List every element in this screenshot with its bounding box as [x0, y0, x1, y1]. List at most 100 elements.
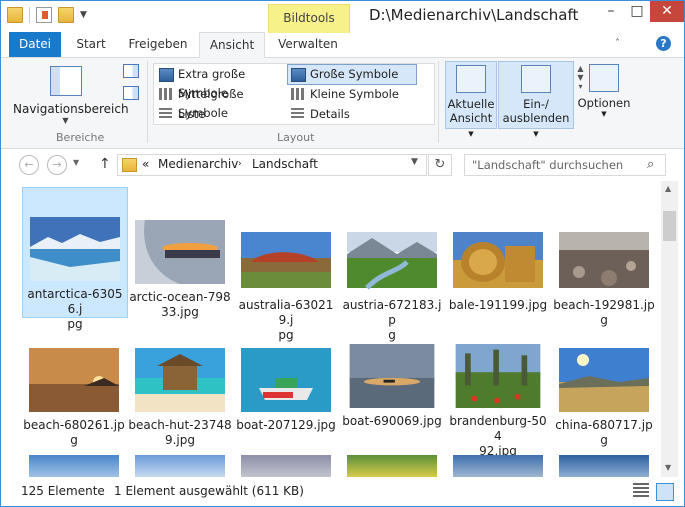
ribbon: Navigationsbereich ▼ Bereiche Extra groß…	[1, 58, 684, 149]
file-name: boat-207129.jpg	[236, 418, 336, 432]
current-view-icon	[456, 65, 486, 93]
file-item[interactable]: beach-680261.jpg	[22, 344, 126, 448]
file-item[interactable]: brandenburg-504 92.jpg	[446, 344, 550, 459]
vertical-scrollbar[interactable]: ▲ ▼	[661, 181, 678, 477]
scroll-up-icon[interactable]: ▲	[665, 184, 671, 193]
thumbnail-beach-hut	[135, 348, 225, 412]
maximize-button[interactable]: □	[624, 1, 650, 22]
address-dropdown-icon[interactable]: ▼	[411, 157, 418, 167]
layout-list[interactable]: Liste	[156, 105, 286, 124]
file-item[interactable]: australia-630219.j pg	[234, 188, 338, 343]
medium-icons-icon	[159, 88, 172, 100]
thumbnail-partial[interactable]	[135, 455, 225, 477]
help-icon[interactable]: ?	[656, 36, 671, 51]
recent-locations-icon[interactable]: ▼	[73, 158, 79, 167]
breadcrumb-medienarchiv[interactable]: Medienarchiv	[158, 157, 238, 171]
navigation-pane-icon	[49, 66, 82, 96]
preview-pane-icon[interactable]	[123, 64, 139, 78]
details-pane-icon[interactable]	[123, 86, 139, 100]
properties-icon[interactable]	[36, 7, 52, 23]
thumbnail-boat-207129	[241, 348, 331, 412]
breadcrumb-landschaft[interactable]: Landschaft	[252, 157, 318, 171]
refresh-button[interactable]: ↻	[428, 154, 452, 176]
tab-view[interactable]: Ansicht	[199, 32, 265, 59]
minimize-ribbon-icon[interactable]: ˄	[615, 38, 620, 49]
options-button[interactable]: Optionen ▼	[576, 61, 632, 127]
file-item[interactable]: china-680717.jpg	[552, 344, 656, 448]
quick-access-toolbar: ▼	[7, 7, 90, 23]
navigation-pane-button[interactable]: Navigationsbereich ▼	[13, 62, 129, 130]
minimize-button[interactable]: –	[598, 1, 624, 22]
tab-file[interactable]: Datei	[9, 32, 61, 57]
customize-toolbar-icon[interactable]: ▼	[80, 10, 90, 20]
search-icon[interactable]: ⌕	[647, 157, 654, 172]
tab-share[interactable]: Freigeben	[125, 32, 191, 57]
current-view-label-2: Ansicht	[449, 111, 493, 125]
scroll-thumb[interactable]	[663, 211, 676, 241]
current-view-button[interactable]: Aktuelle Ansicht ▼	[445, 61, 497, 138]
file-item[interactable]: beach-hut-23748 9.jpg	[128, 344, 232, 448]
file-name: beach-192981.jpg	[553, 298, 655, 327]
file-item[interactable]: beach-192981.jpg	[552, 188, 656, 328]
layout-option-label: Details	[310, 107, 350, 121]
extra-large-icons-icon	[159, 68, 174, 82]
thumbnail-arctic-ocean	[135, 220, 225, 284]
back-button[interactable]: ←	[19, 155, 39, 175]
title-bar: ▼ Bildtools D:\Medienarchiv\Landschaft –…	[1, 1, 684, 33]
options-icon	[589, 64, 619, 92]
thumbnail-china	[559, 348, 649, 412]
dropdown-arrow-icon: ▼	[468, 130, 474, 138]
layout-large-icons[interactable]: Große Symbole	[287, 64, 417, 85]
scroll-down-icon[interactable]: ▼	[665, 463, 671, 472]
file-item[interactable]: bale-191199.jpg	[446, 188, 550, 313]
thumbnail-bale	[453, 232, 543, 288]
large-icons-view-icon[interactable]	[656, 483, 674, 501]
navigation-pane-label: Navigationsbereich	[13, 102, 129, 116]
forward-button[interactable]: →	[47, 155, 67, 175]
thumbnail-partial[interactable]	[453, 455, 543, 477]
file-item[interactable]: boat-690069.jpg	[340, 344, 444, 429]
breadcrumb-separator-icon[interactable]: ›	[238, 159, 242, 169]
file-view: antarctica-63056.j pg arctic-ocean-798 33.…	[1, 181, 661, 477]
layout-small-icons[interactable]: Kleine Symbole	[288, 85, 416, 104]
file-name: boat-690069.jpg	[342, 414, 442, 428]
thumbnail-partial[interactable]	[559, 455, 649, 477]
breadcrumb-overflow[interactable]: «	[142, 157, 149, 171]
thumbnail-partial[interactable]	[29, 455, 119, 477]
file-name: brandenburg-504 92.jpg	[449, 414, 547, 458]
status-bar: 125 Elemente 1 Element ausgewählt (611 K…	[1, 479, 684, 506]
details-view-icon[interactable]	[633, 483, 649, 499]
group-label-layout: Layout	[277, 131, 315, 144]
search-input[interactable]: "Landschaft" durchsuchen ⌕	[464, 154, 666, 176]
small-icons-icon	[291, 88, 304, 100]
folder-icon[interactable]	[7, 7, 23, 23]
tab-manage[interactable]: Verwalten	[271, 32, 345, 57]
details-icon	[291, 108, 304, 120]
thumbnail-australia	[241, 232, 331, 288]
file-item[interactable]: arctic-ocean-798 33.jpg	[128, 188, 232, 320]
thumbnail-partial[interactable]	[347, 455, 437, 477]
layout-option-label: Liste	[178, 107, 206, 121]
layout-option-label: Große Symbole	[310, 67, 399, 81]
search-placeholder: "Landschaft" durchsuchen	[472, 158, 624, 172]
address-bar[interactable]: « Medienarchiv › Landschaft ▼	[117, 154, 427, 176]
close-button[interactable]: ✕	[650, 1, 684, 22]
layout-details[interactable]: Details	[288, 105, 416, 124]
file-item[interactable]: antarctica-63056.j pg	[22, 187, 128, 331]
dropdown-arrow-icon: ▼	[601, 110, 607, 118]
thumbnail-partial[interactable]	[241, 455, 331, 477]
file-name: austria-672183.jp g	[342, 298, 442, 342]
show-hide-label-2: ausblenden	[502, 111, 570, 125]
thumbnail-brandenburg	[455, 344, 541, 408]
new-folder-icon[interactable]	[58, 7, 74, 23]
dropdown-arrow-icon: ▼	[62, 116, 69, 125]
file-item[interactable]: austria-672183.jp g	[340, 188, 444, 343]
layout-gallery: Extra große Symbole Große Symbole Mittel…	[153, 63, 584, 125]
file-item[interactable]: boat-207129.jpg	[234, 344, 338, 433]
layout-medium-icons[interactable]: Mittelgroße Symbole	[156, 85, 286, 120]
show-hide-button[interactable]: Ein-/ ausblenden ▼	[498, 61, 574, 138]
contextual-tab-bildtools: Bildtools	[268, 4, 350, 33]
up-button[interactable]: ↑	[99, 156, 111, 172]
tab-start[interactable]: Start	[65, 32, 117, 57]
layout-extra-large-icons[interactable]: Extra große Symbole	[156, 65, 286, 100]
